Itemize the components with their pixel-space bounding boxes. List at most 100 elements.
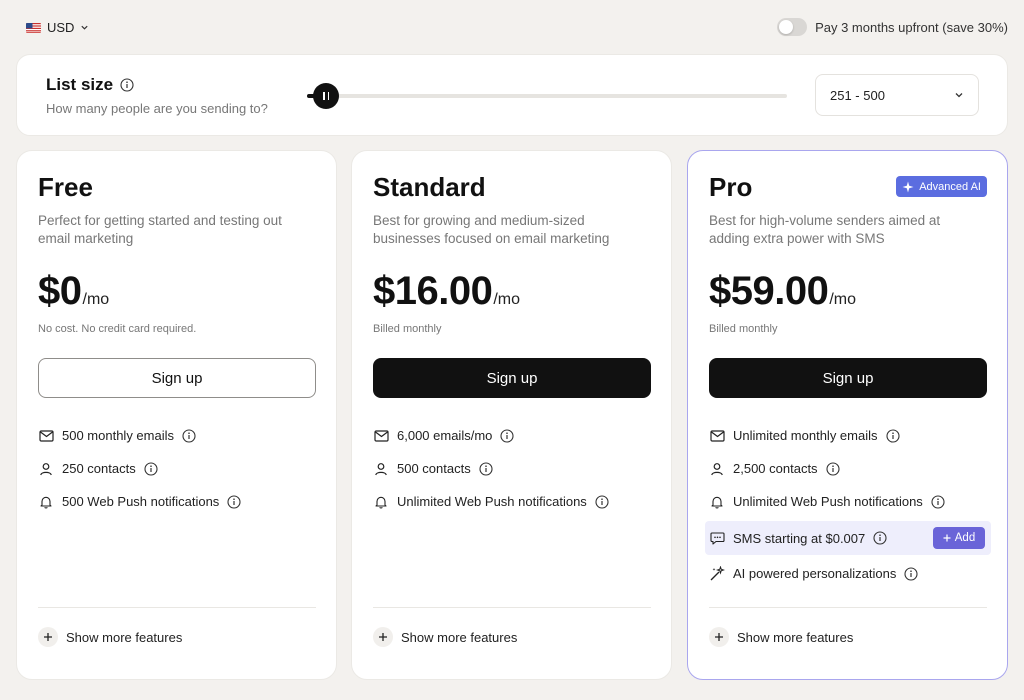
feature-text: 6,000 emails/mo [397, 428, 493, 443]
show-more-features-button[interactable]: Show more features [373, 627, 517, 647]
feature-item: 6,000 emails/mo [373, 419, 651, 452]
feature-list: Unlimited monthly emails 2,500 contacts … [705, 419, 991, 590]
top-bar: USD Pay 3 months upfront (save 30%) [0, 0, 1024, 54]
show-more-label: Show more features [737, 629, 854, 645]
plan-card-pro: Pro Advanced AI Best for high-volume sen… [687, 150, 1008, 680]
chevron-down-icon [81, 25, 89, 30]
list-size-panel: List size How many people are you sendin… [16, 54, 1008, 136]
feature-text: 500 monthly emails [62, 428, 174, 443]
bell-icon [709, 494, 725, 510]
us-flag-icon [26, 22, 41, 33]
price-amount: $0 [38, 269, 82, 313]
plan-description: Best for growing and medium-sized busine… [373, 213, 610, 246]
feature-item: 500 monthly emails [38, 419, 316, 452]
upfront-toggle[interactable] [777, 18, 808, 36]
feature-text: Unlimited monthly emails [733, 428, 878, 443]
plan-description: Best for high-volume senders aimed at ad… [709, 213, 941, 246]
feature-list: 500 monthly emails 250 contacts 500 Web … [38, 419, 316, 518]
plus-icon [709, 627, 729, 647]
sign-up-button[interactable]: Sign up [709, 358, 987, 398]
show-more-features-button[interactable]: Show more features [709, 627, 853, 647]
list-size-select-value: 251 - 500 [830, 87, 885, 103]
slider-thumb[interactable] [313, 83, 340, 109]
feature-item: 2,500 contacts [709, 452, 987, 485]
price-amount: $16.00 [373, 269, 493, 313]
plus-icon [373, 627, 393, 647]
sign-up-button[interactable]: Sign up [38, 358, 316, 398]
info-icon[interactable] [144, 461, 158, 476]
magic-wand-icon [709, 565, 725, 582]
add-label: Add [954, 532, 976, 544]
info-icon[interactable] [500, 428, 514, 443]
list-size-title-text: List size [46, 75, 114, 94]
info-icon[interactable] [931, 494, 945, 509]
advanced-ai-badge: Advanced AI [896, 176, 987, 197]
feature-text: 500 Web Push notifications [62, 494, 220, 509]
divider [709, 607, 987, 608]
info-icon[interactable] [885, 428, 900, 443]
price-amount: $59.00 [709, 269, 829, 313]
info-icon[interactable] [182, 428, 196, 443]
info-icon[interactable] [904, 566, 918, 581]
plan-card-standard: Standard Best for growing and medium-siz… [351, 150, 672, 680]
sign-up-button[interactable]: Sign up [373, 358, 651, 398]
info-icon[interactable] [120, 78, 134, 92]
feature-item: Unlimited Web Push notifications [709, 485, 987, 518]
plan-card-free: Free Perfect for getting started and tes… [16, 150, 337, 680]
user-icon [38, 461, 54, 477]
billing-note: No cost. No credit card required. [38, 323, 197, 335]
feature-item: Unlimited monthly emails [709, 419, 987, 452]
feature-text: AI powered personalizations [733, 566, 897, 581]
feature-text: 250 contacts [62, 461, 136, 476]
badge-label: Advanced AI [919, 180, 981, 193]
feature-text: Unlimited Web Push notifications [733, 494, 923, 509]
feature-list: 6,000 emails/mo 500 contacts Unlimited W… [373, 419, 651, 518]
chat-icon [709, 530, 725, 546]
show-more-features-button[interactable]: Show more features [38, 627, 182, 647]
plan-name: Free [38, 172, 93, 202]
info-icon[interactable] [595, 494, 609, 509]
feature-item: 500 Web Push notifications [38, 485, 316, 518]
plan-name: Standard [373, 172, 486, 202]
divider [38, 607, 316, 608]
chevron-down-icon [955, 93, 963, 98]
info-icon[interactable] [826, 461, 840, 476]
mail-icon [38, 428, 54, 444]
info-icon[interactable] [479, 461, 493, 476]
list-size-slider[interactable] [307, 83, 787, 109]
info-icon[interactable] [873, 531, 887, 545]
mail-icon [373, 428, 389, 444]
billing-note: Billed monthly [709, 323, 778, 335]
mail-icon [709, 428, 725, 444]
plus-icon [943, 534, 951, 542]
price-period: /mo [493, 291, 521, 308]
plan-price: $0 /mo [38, 269, 109, 314]
feature-text: Unlimited Web Push notifications [397, 494, 587, 509]
list-size-title: List size [46, 75, 134, 95]
currency-selector[interactable]: USD [26, 20, 89, 35]
feature-item: Unlimited Web Push notifications [373, 485, 651, 518]
show-more-label: Show more features [401, 629, 518, 645]
feature-text: 2,500 contacts [733, 461, 818, 476]
bell-icon [38, 494, 54, 510]
upfront-label: Pay 3 months upfront (save 30%) [815, 19, 1008, 35]
user-icon [709, 461, 725, 477]
feature-text: 500 contacts [397, 461, 471, 476]
billing-note: Billed monthly [373, 323, 442, 335]
plan-price: $16.00 /mo [373, 269, 520, 314]
plan-description: Perfect for getting started and testing … [38, 213, 282, 246]
list-size-subtitle: How many people are you sending to? [46, 101, 268, 116]
divider [373, 607, 651, 608]
plus-icon [38, 627, 58, 647]
feature-item: AI powered personalizations [709, 557, 987, 590]
price-period: /mo [829, 291, 857, 308]
info-icon[interactable] [227, 494, 241, 509]
price-period: /mo [82, 291, 110, 308]
currency-label: USD [47, 20, 75, 35]
add-sms-button[interactable]: Add [933, 527, 985, 549]
sparkle-icon [902, 181, 914, 192]
feature-text: SMS starting at $0.007 [733, 530, 866, 546]
user-icon [373, 461, 389, 477]
list-size-select[interactable]: 251 - 500 [815, 74, 979, 116]
plan-price: $59.00 /mo [709, 269, 856, 314]
